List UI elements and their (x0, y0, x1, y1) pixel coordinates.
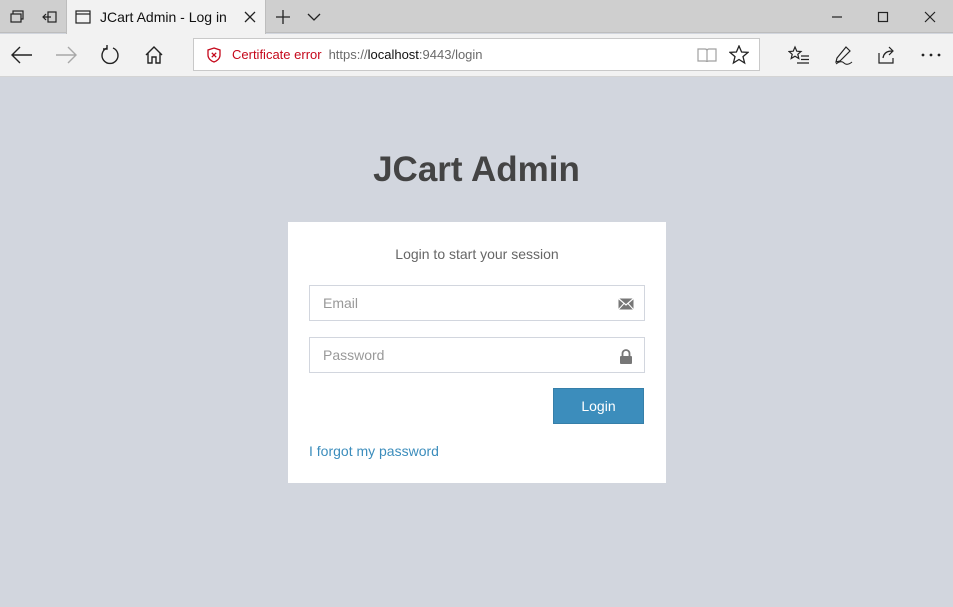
maximize-icon (877, 11, 889, 22)
share-button[interactable] (865, 34, 909, 76)
tab-preview-icon (9, 9, 24, 23)
page-title: JCart Admin (373, 150, 580, 189)
login-button[interactable]: Login (553, 388, 644, 424)
certificate-error-label[interactable]: Certificate error (232, 47, 322, 62)
new-tab-button[interactable] (268, 0, 298, 33)
login-box: Login to start your session Login I forg… (288, 222, 666, 483)
web-note-button[interactable] (821, 34, 865, 76)
plus-icon (276, 9, 290, 24)
more-options-button[interactable] (909, 34, 953, 76)
share-icon (878, 46, 894, 64)
url-text[interactable]: https://localhost:9443/login (329, 47, 483, 62)
tab-preview-button[interactable] (0, 0, 33, 33)
page-icon (75, 10, 91, 24)
minimize-icon (832, 15, 842, 18)
password-input[interactable] (310, 338, 644, 372)
refresh-icon (101, 45, 119, 65)
close-icon (244, 11, 256, 23)
set-tabs-aside-button[interactable] (33, 0, 66, 33)
arrow-left-icon (11, 46, 32, 64)
back-button[interactable] (0, 34, 44, 76)
star-icon (729, 44, 749, 64)
login-box-message: Login to start your session (395, 246, 559, 262)
favorites-hub-button[interactable] (777, 34, 821, 76)
navigation-toolbar: Certificate error https://localhost:9443… (0, 34, 953, 77)
url-scheme: https:// (328, 47, 368, 62)
email-input[interactable] (310, 286, 644, 320)
home-button[interactable] (132, 34, 176, 76)
password-field-wrapper (309, 337, 645, 373)
url-host: localhost (367, 47, 419, 62)
minimize-button[interactable] (814, 0, 860, 33)
arrow-right-icon (56, 46, 77, 64)
refresh-button[interactable] (88, 34, 132, 76)
tab-strip: JCart Admin - Log in (0, 0, 953, 34)
book-icon (697, 47, 717, 62)
email-field-wrapper (309, 285, 645, 321)
set-aside-icon (41, 10, 57, 23)
forgot-password-link[interactable]: I forgot my password (309, 443, 439, 459)
forward-button[interactable] (44, 34, 88, 76)
close-window-button[interactable] (907, 0, 953, 33)
pen-icon (835, 46, 853, 65)
more-dots-icon (921, 53, 941, 57)
home-icon (145, 46, 163, 64)
add-favorite-button[interactable] (723, 39, 755, 70)
tab-title: JCart Admin - Log in (100, 9, 227, 25)
tab-close-button[interactable] (241, 8, 259, 26)
reading-view-button[interactable] (691, 39, 723, 70)
active-tab[interactable]: JCart Admin - Log in (66, 0, 266, 34)
envelope-icon (618, 296, 634, 312)
tab-list-button[interactable] (300, 0, 328, 33)
address-bar[interactable]: Certificate error https://localhost:9443… (193, 38, 760, 71)
lock-icon (618, 348, 634, 364)
shield-error-icon[interactable] (206, 46, 222, 63)
url-rest: :9443/login (418, 47, 483, 62)
favorites-list-icon (788, 45, 809, 64)
maximize-button[interactable] (860, 0, 906, 33)
chevron-down-icon (307, 13, 321, 21)
close-icon (924, 11, 936, 22)
